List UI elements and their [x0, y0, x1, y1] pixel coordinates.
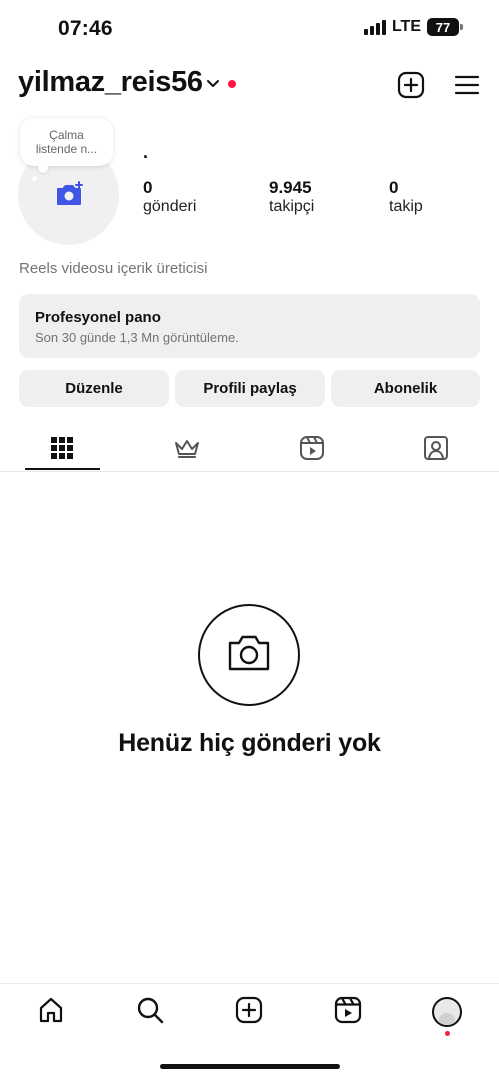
network-label: LTE: [391, 18, 421, 35]
tab-tagged[interactable]: [374, 432, 498, 468]
note-line-1: Çalma: [49, 128, 84, 142]
username[interactable]: yilmaz_reis56: [18, 66, 203, 99]
edit-profile-button[interactable]: Düzenle: [19, 370, 169, 407]
nav-reels[interactable]: [328, 994, 368, 1030]
empty-state-circle: [198, 604, 300, 706]
battery-icon: 77: [427, 18, 463, 36]
note-line-2: listende n...: [35, 142, 98, 156]
stat-followers[interactable]: 9.945 takipçi: [269, 178, 314, 216]
create-icon: [235, 996, 263, 1029]
battery-level: 77: [435, 19, 451, 35]
stat-following-label: takip: [389, 198, 423, 215]
note-bubble-tail-small: [32, 176, 37, 181]
grid-icon: [51, 436, 73, 464]
stat-followers-value: 9.945: [269, 178, 312, 197]
dashboard-subtitle: Son 30 günde 1,3 Mn görüntüleme.: [35, 330, 239, 345]
display-name: .: [143, 142, 149, 162]
stat-posts-label: gönderi: [143, 198, 197, 215]
chevron-down-icon[interactable]: [206, 76, 220, 94]
stat-following[interactable]: 0 takip: [389, 178, 423, 216]
note-bubble-tail: [38, 163, 48, 173]
home-icon: [37, 996, 65, 1029]
empty-state-message: Henüz hiç gönderi yok: [118, 729, 381, 757]
nav-home[interactable]: [31, 994, 71, 1030]
tab-subscriptions[interactable]: [125, 432, 249, 468]
signal-icon: [363, 19, 386, 35]
active-tab-indicator: [25, 468, 100, 470]
bottom-nav-divider: [0, 983, 499, 984]
subscription-button[interactable]: Abonelik: [331, 370, 480, 407]
stat-posts[interactable]: 0 gönderi: [143, 178, 196, 216]
profile-avatar-small: [432, 997, 462, 1027]
camera-icon: [226, 633, 272, 678]
dashboard-title: Profesyonel pano: [35, 309, 161, 326]
crown-icon: [173, 437, 201, 464]
notification-dot: [228, 80, 236, 88]
tab-reels[interactable]: [250, 432, 374, 468]
nav-profile[interactable]: [427, 994, 467, 1030]
note-bubble[interactable]: Çalma listende n...: [20, 118, 113, 166]
add-photo-icon[interactable]: [54, 181, 84, 212]
search-icon: [136, 996, 164, 1029]
share-profile-button[interactable]: Profili paylaş: [175, 370, 325, 407]
stat-posts-value: 0: [143, 178, 153, 197]
profile-notification-dot: [445, 1031, 450, 1036]
reels-icon: [299, 435, 325, 466]
tab-grid[interactable]: [0, 432, 124, 468]
stat-following-value: 0: [389, 178, 399, 197]
nav-create[interactable]: [229, 994, 269, 1030]
tabs-divider: [0, 471, 499, 472]
reels-icon: [334, 996, 362, 1029]
menu-icon[interactable]: [451, 69, 483, 101]
stat-followers-label: takipçi: [269, 198, 315, 215]
bio-category: Reels videosu içerik üreticisi: [19, 260, 208, 277]
home-indicator[interactable]: [160, 1064, 340, 1069]
professional-dashboard[interactable]: [19, 294, 480, 358]
tagged-icon: [423, 435, 449, 466]
status-time: 07:46: [58, 17, 113, 40]
nav-search[interactable]: [130, 994, 170, 1030]
create-post-icon[interactable]: [395, 69, 427, 101]
status-indicators: LTE 77: [363, 18, 463, 36]
